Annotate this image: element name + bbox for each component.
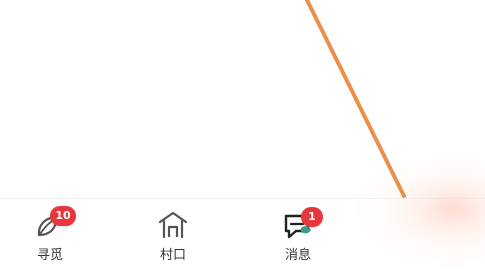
bottom-tab-bar: 10 寻觅 村口 1 消息 [0, 198, 485, 270]
tab-label: 消息 [284, 248, 311, 263]
main-content-area [0, 0, 485, 198]
tab-label: 村口 [159, 248, 186, 263]
tab-cunkou[interactable]: 村口 [133, 199, 213, 270]
tab-xiaoxi[interactable]: 1 消息 [258, 199, 338, 270]
notification-badge: 1 [301, 207, 323, 227]
notification-badge: 10 [50, 206, 76, 226]
house-icon [157, 210, 189, 240]
tab-xunmi[interactable]: 10 寻觅 [10, 199, 90, 270]
tab-label: 寻觅 [36, 248, 63, 263]
